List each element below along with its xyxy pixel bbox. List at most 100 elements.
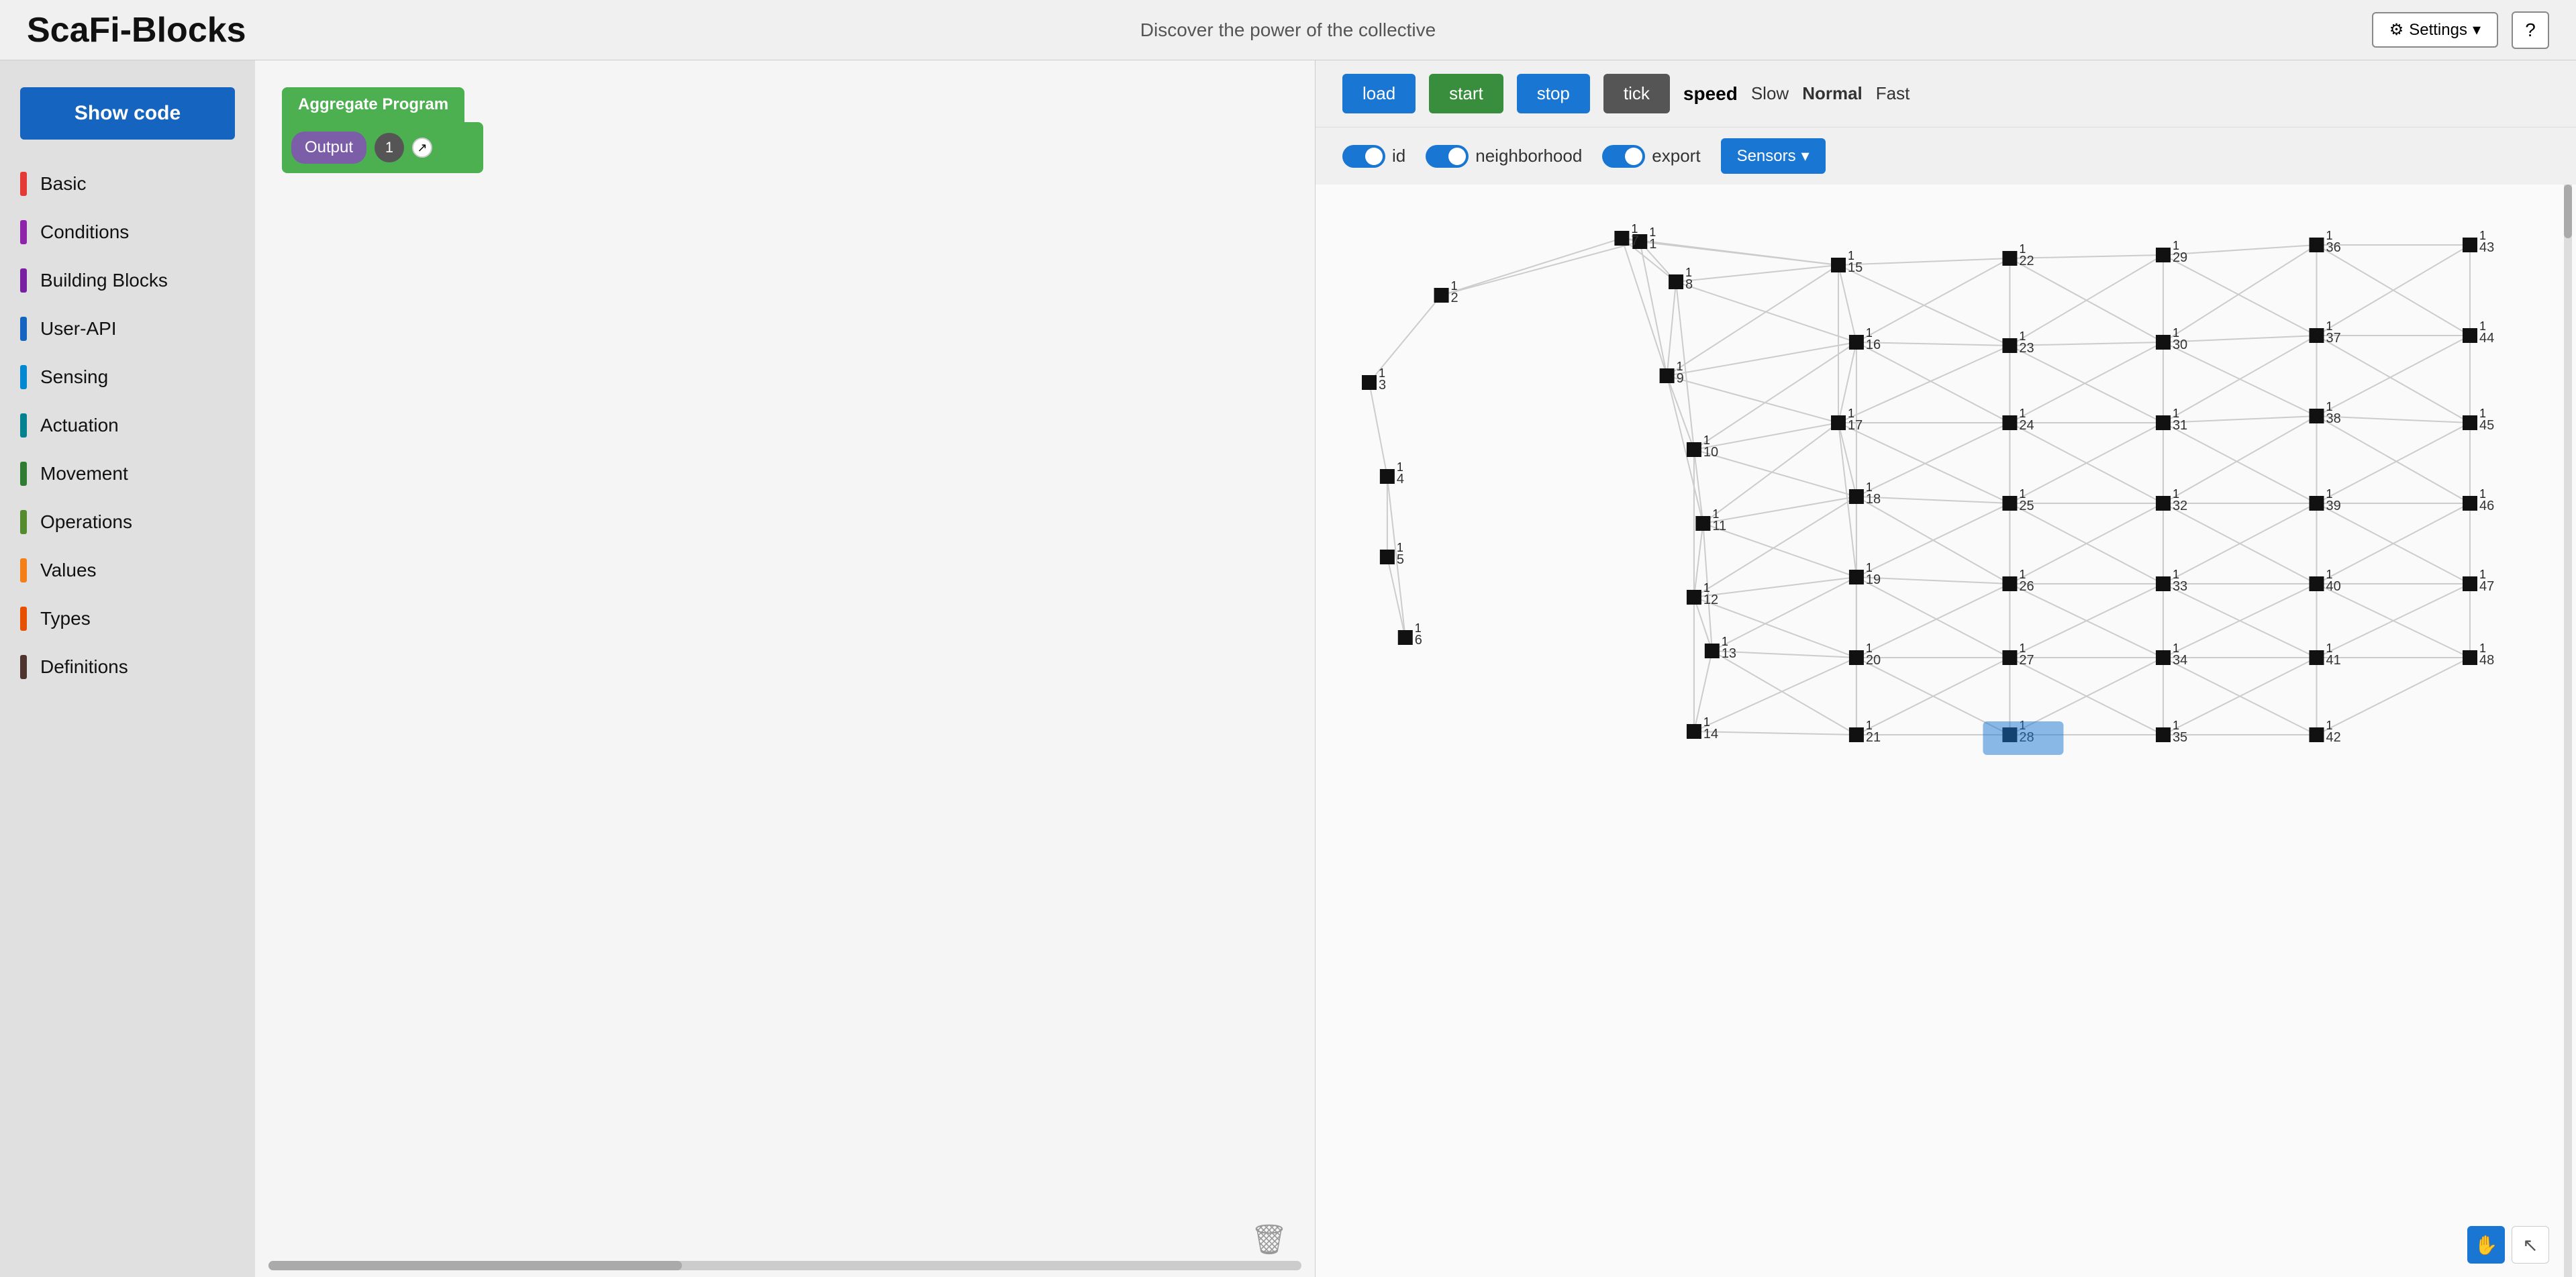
sidebar-item-sensing[interactable]: Sensing: [0, 353, 255, 401]
node-19[interactable]: 119: [1849, 561, 1881, 587]
block-header[interactable]: Aggregate Program: [282, 87, 464, 122]
header: ScaFi-Blocks Discover the power of the c…: [0, 0, 2576, 60]
node-32[interactable]: 132: [2156, 487, 2187, 513]
block-output-value: 1: [375, 133, 404, 162]
svg-text:22: 22: [2019, 254, 2034, 268]
hand-icon: ✋: [2475, 1234, 2498, 1256]
node-29[interactable]: 129: [2156, 239, 2187, 265]
sidebar-label-user-api: User-API: [40, 318, 117, 340]
neighborhood-toggle-knob: [1448, 148, 1466, 165]
sidebar-label-definitions: Definitions: [40, 656, 128, 678]
canvas-scrollbar[interactable]: [268, 1261, 1301, 1270]
hand-tool-button[interactable]: ✋: [2467, 1226, 2505, 1264]
node-4[interactable]: 14: [1380, 460, 1404, 487]
node-24[interactable]: 124: [2002, 407, 2034, 433]
node-35[interactable]: 135: [2156, 719, 2187, 745]
svg-text:3: 3: [1379, 378, 1386, 393]
sidebar-item-user-api[interactable]: User-API: [0, 305, 255, 353]
node-20[interactable]: 120: [1849, 642, 1881, 668]
canvas-area[interactable]: Aggregate Program Output 1 ↗ 🗑: [255, 60, 1316, 1277]
node-45[interactable]: 145: [2463, 407, 2494, 433]
node-13[interactable]: 113: [1705, 635, 1736, 661]
svg-text:46: 46: [2479, 499, 2494, 513]
node-7[interactable]: 17: [1614, 222, 1638, 248]
help-button[interactable]: ?: [2512, 11, 2549, 49]
id-toggle-track[interactable]: [1342, 145, 1385, 168]
node-40[interactable]: 140: [2309, 568, 2340, 594]
sidebar-item-types[interactable]: Types: [0, 595, 255, 643]
node-2[interactable]: 12: [1434, 279, 1458, 305]
node-5[interactable]: 15: [1380, 541, 1404, 567]
speed-normal[interactable]: Normal: [1802, 83, 1863, 104]
sensors-button[interactable]: Sensors ▾: [1721, 138, 1826, 174]
node-42[interactable]: 142: [2309, 719, 2340, 745]
block-output-label[interactable]: Output: [291, 132, 366, 164]
svg-text:38: 38: [2326, 411, 2340, 426]
node-15[interactable]: 115: [1831, 249, 1863, 275]
color-bar-values: [20, 558, 27, 582]
svg-text:10: 10: [1703, 445, 1718, 460]
network-viz[interactable]: 1112131415161718191101111121131141151161…: [1316, 185, 2576, 1277]
color-bar-basic: [20, 172, 27, 196]
node-46[interactable]: 146: [2463, 487, 2494, 513]
node-17[interactable]: 117: [1831, 407, 1863, 433]
tick-button[interactable]: tick: [1603, 74, 1670, 113]
node-31[interactable]: 131: [2156, 407, 2187, 433]
bottom-toolbar: ✋ ↖: [2467, 1226, 2549, 1264]
sidebar-item-conditions[interactable]: Conditions: [0, 208, 255, 256]
sidebar-label-conditions: Conditions: [40, 221, 129, 243]
node-25[interactable]: 125: [2002, 487, 2034, 513]
viz-scrollbar-thumb: [2564, 185, 2572, 238]
svg-text:24: 24: [2019, 418, 2034, 433]
sidebar-item-operations[interactable]: Operations: [0, 498, 255, 546]
svg-text:34: 34: [2173, 653, 2187, 668]
node-6[interactable]: 16: [1398, 621, 1422, 648]
node-33[interactable]: 133: [2156, 568, 2187, 594]
node-47[interactable]: 147: [2463, 568, 2494, 594]
viz-scrollbar[interactable]: [2564, 185, 2572, 1277]
node-36[interactable]: 136: [2309, 229, 2340, 255]
node-22[interactable]: 122: [2002, 242, 2034, 268]
sidebar-item-movement[interactable]: Movement: [0, 450, 255, 498]
settings-button[interactable]: ⚙ Settings ▾: [2372, 12, 2498, 48]
cursor-tool-button[interactable]: ↖: [2512, 1226, 2549, 1264]
speed-fast[interactable]: Fast: [1876, 83, 1910, 104]
svg-text:36: 36: [2326, 240, 2340, 255]
sidebar-item-basic[interactable]: Basic: [0, 160, 255, 208]
svg-text:6: 6: [1415, 633, 1422, 648]
sidebar-item-building-blocks[interactable]: Building Blocks: [0, 256, 255, 305]
node-38[interactable]: 138: [2309, 400, 2340, 426]
load-button[interactable]: load: [1342, 74, 1416, 113]
color-bar-sensing: [20, 365, 27, 389]
export-toggle-track[interactable]: [1602, 145, 1645, 168]
node-39[interactable]: 139: [2309, 487, 2340, 513]
node-8[interactable]: 18: [1669, 266, 1693, 292]
id-toggle: id: [1342, 145, 1405, 168]
stop-button[interactable]: stop: [1517, 74, 1590, 113]
show-code-button[interactable]: Show code: [20, 87, 235, 140]
node-21[interactable]: 121: [1849, 719, 1881, 745]
node-43[interactable]: 143: [2463, 229, 2494, 255]
svg-text:17: 17: [1848, 418, 1863, 433]
node-41[interactable]: 141: [2309, 642, 2340, 668]
node-27[interactable]: 127: [2002, 642, 2034, 668]
node-3[interactable]: 13: [1362, 366, 1386, 393]
start-button[interactable]: start: [1429, 74, 1503, 113]
node-44[interactable]: 144: [2463, 319, 2494, 346]
node-48[interactable]: 148: [2463, 642, 2494, 668]
svg-text:21: 21: [1866, 730, 1881, 745]
svg-text:40: 40: [2326, 579, 2340, 594]
trash-icon: 🗑: [1250, 1222, 1288, 1257]
sidebar-item-actuation[interactable]: Actuation: [0, 401, 255, 450]
svg-text:35: 35: [2173, 730, 2187, 745]
node-14[interactable]: 114: [1687, 715, 1718, 742]
sidebar-item-values[interactable]: Values: [0, 546, 255, 595]
neighborhood-toggle: neighborhood: [1426, 145, 1582, 168]
node-34[interactable]: 134: [2156, 642, 2187, 668]
sidebar-item-definitions[interactable]: Definitions: [0, 643, 255, 691]
neighborhood-toggle-track[interactable]: [1426, 145, 1469, 168]
speed-slow[interactable]: Slow: [1751, 83, 1789, 104]
node-26[interactable]: 126: [2002, 568, 2034, 594]
export-toggle: export: [1602, 145, 1700, 168]
color-bar-conditions: [20, 220, 27, 244]
